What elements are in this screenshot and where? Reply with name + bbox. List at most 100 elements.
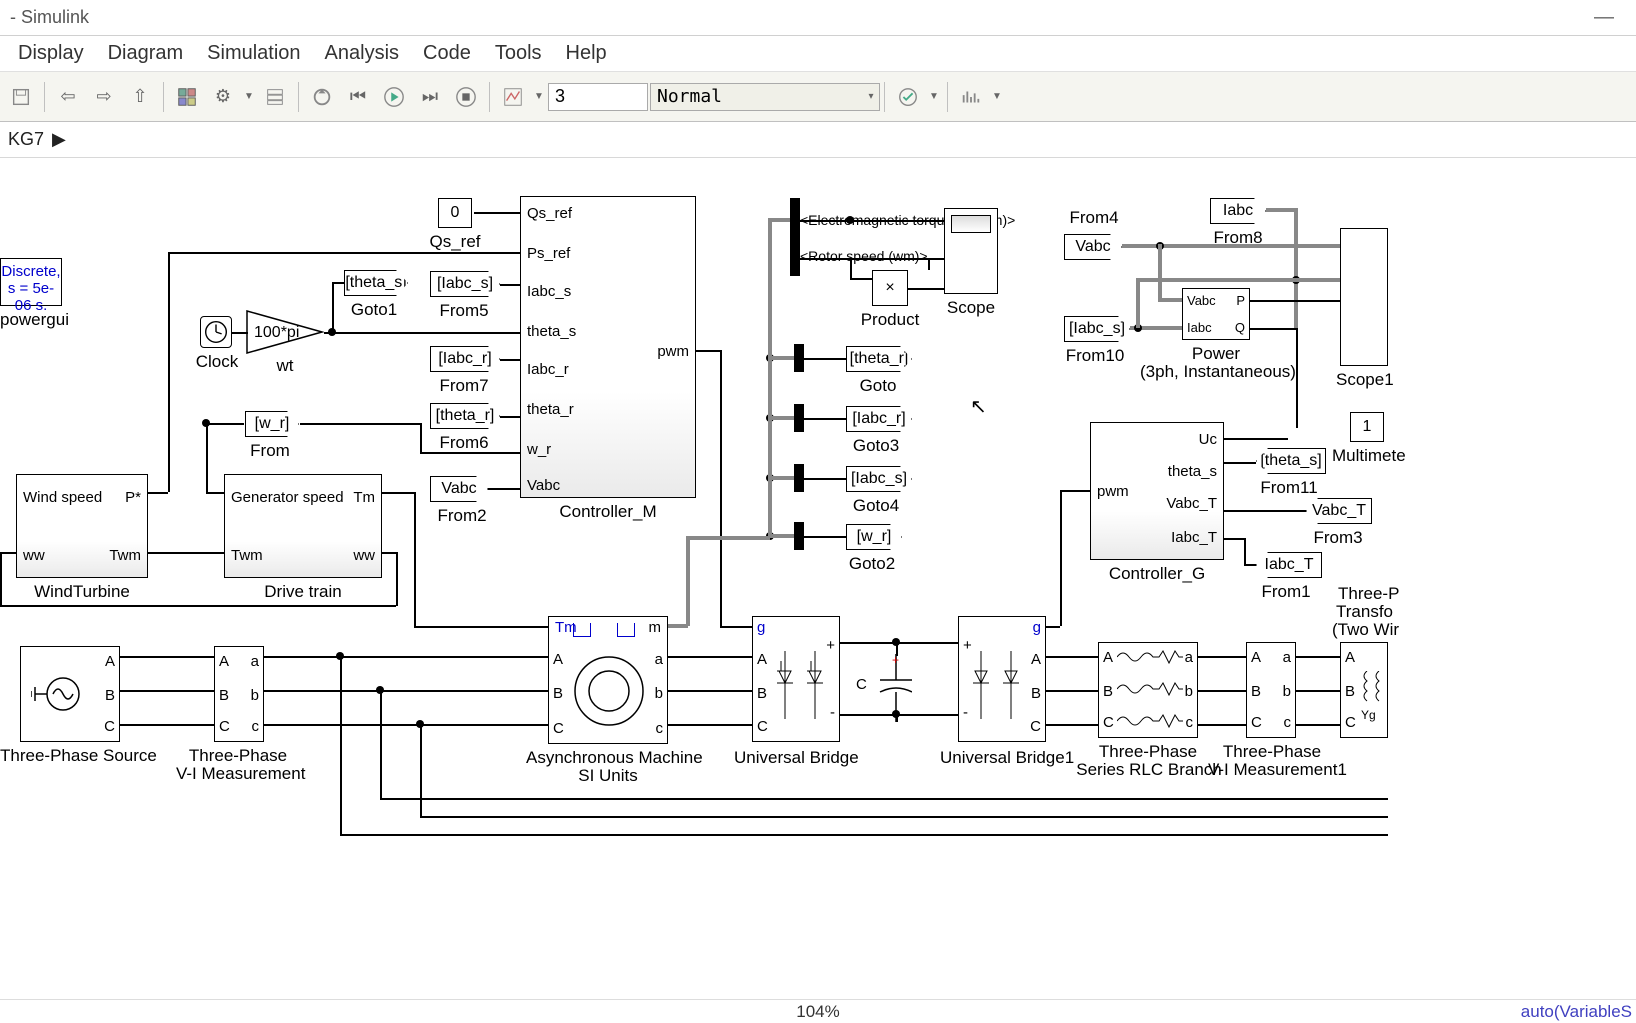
wire [1296,656,1340,658]
demux-4[interactable] [794,522,804,550]
library-browser-icon[interactable] [170,80,204,114]
menu-help[interactable]: Help [554,38,619,69]
powergui-block[interactable]: Discrete, s = 5e-06 s. [0,258,62,306]
drivetrain-block[interactable]: Generator speed Tm Twm ww [224,474,382,578]
vi-meas-block[interactable]: A a B b C c [214,646,264,742]
from11-tag[interactable]: [theta_s] [1256,448,1326,474]
model-config-icon[interactable]: ⚙ [206,80,240,114]
port-label: C [856,676,867,693]
vabc-tag[interactable]: Vabc [1064,234,1122,260]
wire [1296,690,1340,692]
goto1-tag[interactable]: [theta_s] [344,270,408,296]
stop-icon[interactable] [449,80,483,114]
wire [1046,656,1098,658]
windturbine-label: WindTurbine [16,582,148,602]
wire [120,690,214,692]
clock-block[interactable] [200,316,232,348]
save-icon[interactable] [4,80,38,114]
fast-restart-icon[interactable] [305,80,339,114]
wire [148,552,224,554]
step-forward-icon[interactable]: ⏭ [413,80,447,114]
from10-tag[interactable]: [Iabc_s] [1064,316,1130,342]
wire [1296,328,1298,428]
menu-display[interactable]: Display [6,38,96,69]
transfo-l1: Three-P [1338,584,1394,604]
vi-meas1-block[interactable]: A a B b C c [1246,642,1296,738]
dropdown-icon[interactable]: ▾ [864,91,878,102]
from1-tag[interactable]: Iabc_T [1256,552,1322,578]
goto2-tag[interactable]: [w_r] [846,524,902,550]
minimize-icon[interactable]: — [1582,6,1626,29]
from7-tag[interactable]: [Iabc_r] [430,346,500,372]
forward-icon[interactable]: ⇨ [87,80,121,114]
schedule-icon[interactable] [954,80,988,114]
scope-block[interactable] [944,208,998,294]
goto-theta-r[interactable]: [theta_r] [846,346,912,372]
source-block[interactable]: A B C [20,646,120,742]
ub1-block[interactable]: g + - A B C [752,616,840,742]
constant-qs-ref[interactable]: 0 [438,198,472,228]
simulation-mode-select[interactable] [650,83,880,111]
demux-2[interactable] [794,404,804,432]
step-back-icon[interactable]: ⏮ [341,80,375,114]
menu-code[interactable]: Code [411,38,483,69]
port-label: A [1345,649,1355,666]
gain-wt[interactable]: 100*pi [246,310,324,359]
port-label: C [757,718,768,735]
from5-tag[interactable]: [Iabc_s] [430,271,500,297]
dropdown-icon[interactable]: ▼ [532,91,546,102]
wire [1046,626,1060,628]
breadcrumb-model[interactable]: KG7 [8,129,44,150]
demux-1[interactable] [794,344,804,372]
up-icon[interactable]: ⇧ [123,80,157,114]
run-icon[interactable] [377,80,411,114]
breadcrumb-arrow-icon[interactable]: ▶ [52,129,66,150]
back-icon[interactable]: ⇦ [51,80,85,114]
menu-analysis[interactable]: Analysis [313,38,411,69]
bus-selector[interactable] [790,198,800,276]
capacitor-block[interactable]: C + [856,654,912,731]
goto4-tag[interactable]: [Iabc_s] [846,466,912,492]
goto3-tag[interactable]: [Iabc_r] [846,406,912,432]
transformer-block[interactable]: A B C Yg [1340,642,1388,738]
product-label: Product [854,310,926,330]
controller-m-block[interactable]: Qs_ref Ps_ref Iabc_s theta_s Iabc_r thet… [520,196,696,498]
from8-tag[interactable]: Iabc [1210,198,1266,224]
wire [804,418,846,420]
port-label: Vabc_T [1166,495,1217,512]
asm-block[interactable]: Tm m A a B b C c [548,616,668,744]
ub2-block[interactable]: g + - A B C [958,616,1046,742]
model-explorer-icon[interactable] [258,80,292,114]
menu-simulation[interactable]: Simulation [195,38,312,69]
power-block[interactable]: Vabc Iabc P Q [1182,288,1250,340]
controller-g-block[interactable]: Uc theta_s Vabc_T Iabc_T pwm [1090,422,1224,560]
cursor-icon: ↖ [970,394,987,419]
dropdown-icon[interactable]: ▼ [990,91,1004,102]
wire [120,724,214,726]
from6-tag[interactable]: [theta_r] [430,403,500,429]
wire [264,690,548,692]
multimeter-const[interactable]: 1 [1350,412,1384,442]
demux-3[interactable] [794,464,804,492]
scope1-block[interactable] [1340,228,1388,366]
model-canvas[interactable]: Discrete, s = 5e-06 s. powergui 0 Qs_ref… [0,158,1636,999]
menu-diagram[interactable]: Diagram [96,38,196,69]
data-inspector-icon[interactable] [496,80,530,114]
rlc-block[interactable]: A a B b C c [1098,642,1198,738]
wire [1046,690,1098,692]
from11-label: From11 [1256,478,1322,498]
menu-tools[interactable]: Tools [483,38,554,69]
checkmark-icon[interactable] [891,80,925,114]
ub1-label: Universal Bridge [734,748,858,768]
dropdown-icon[interactable]: ▼ [927,91,941,102]
from3-tag[interactable]: Vabc_T [1306,498,1372,524]
windturbine-block[interactable]: Wind speed P* ww Twm [16,474,148,578]
from-wr-tag[interactable]: [w_r] [245,411,299,437]
svg-text:Yg: Yg [1361,708,1376,722]
wire [414,492,416,626]
wire [414,626,548,628]
product-block[interactable]: × [872,270,908,306]
from2-tag[interactable]: Vabc [430,476,488,502]
dropdown-icon[interactable]: ▼ [242,91,256,102]
stop-time-input[interactable] [548,83,648,111]
